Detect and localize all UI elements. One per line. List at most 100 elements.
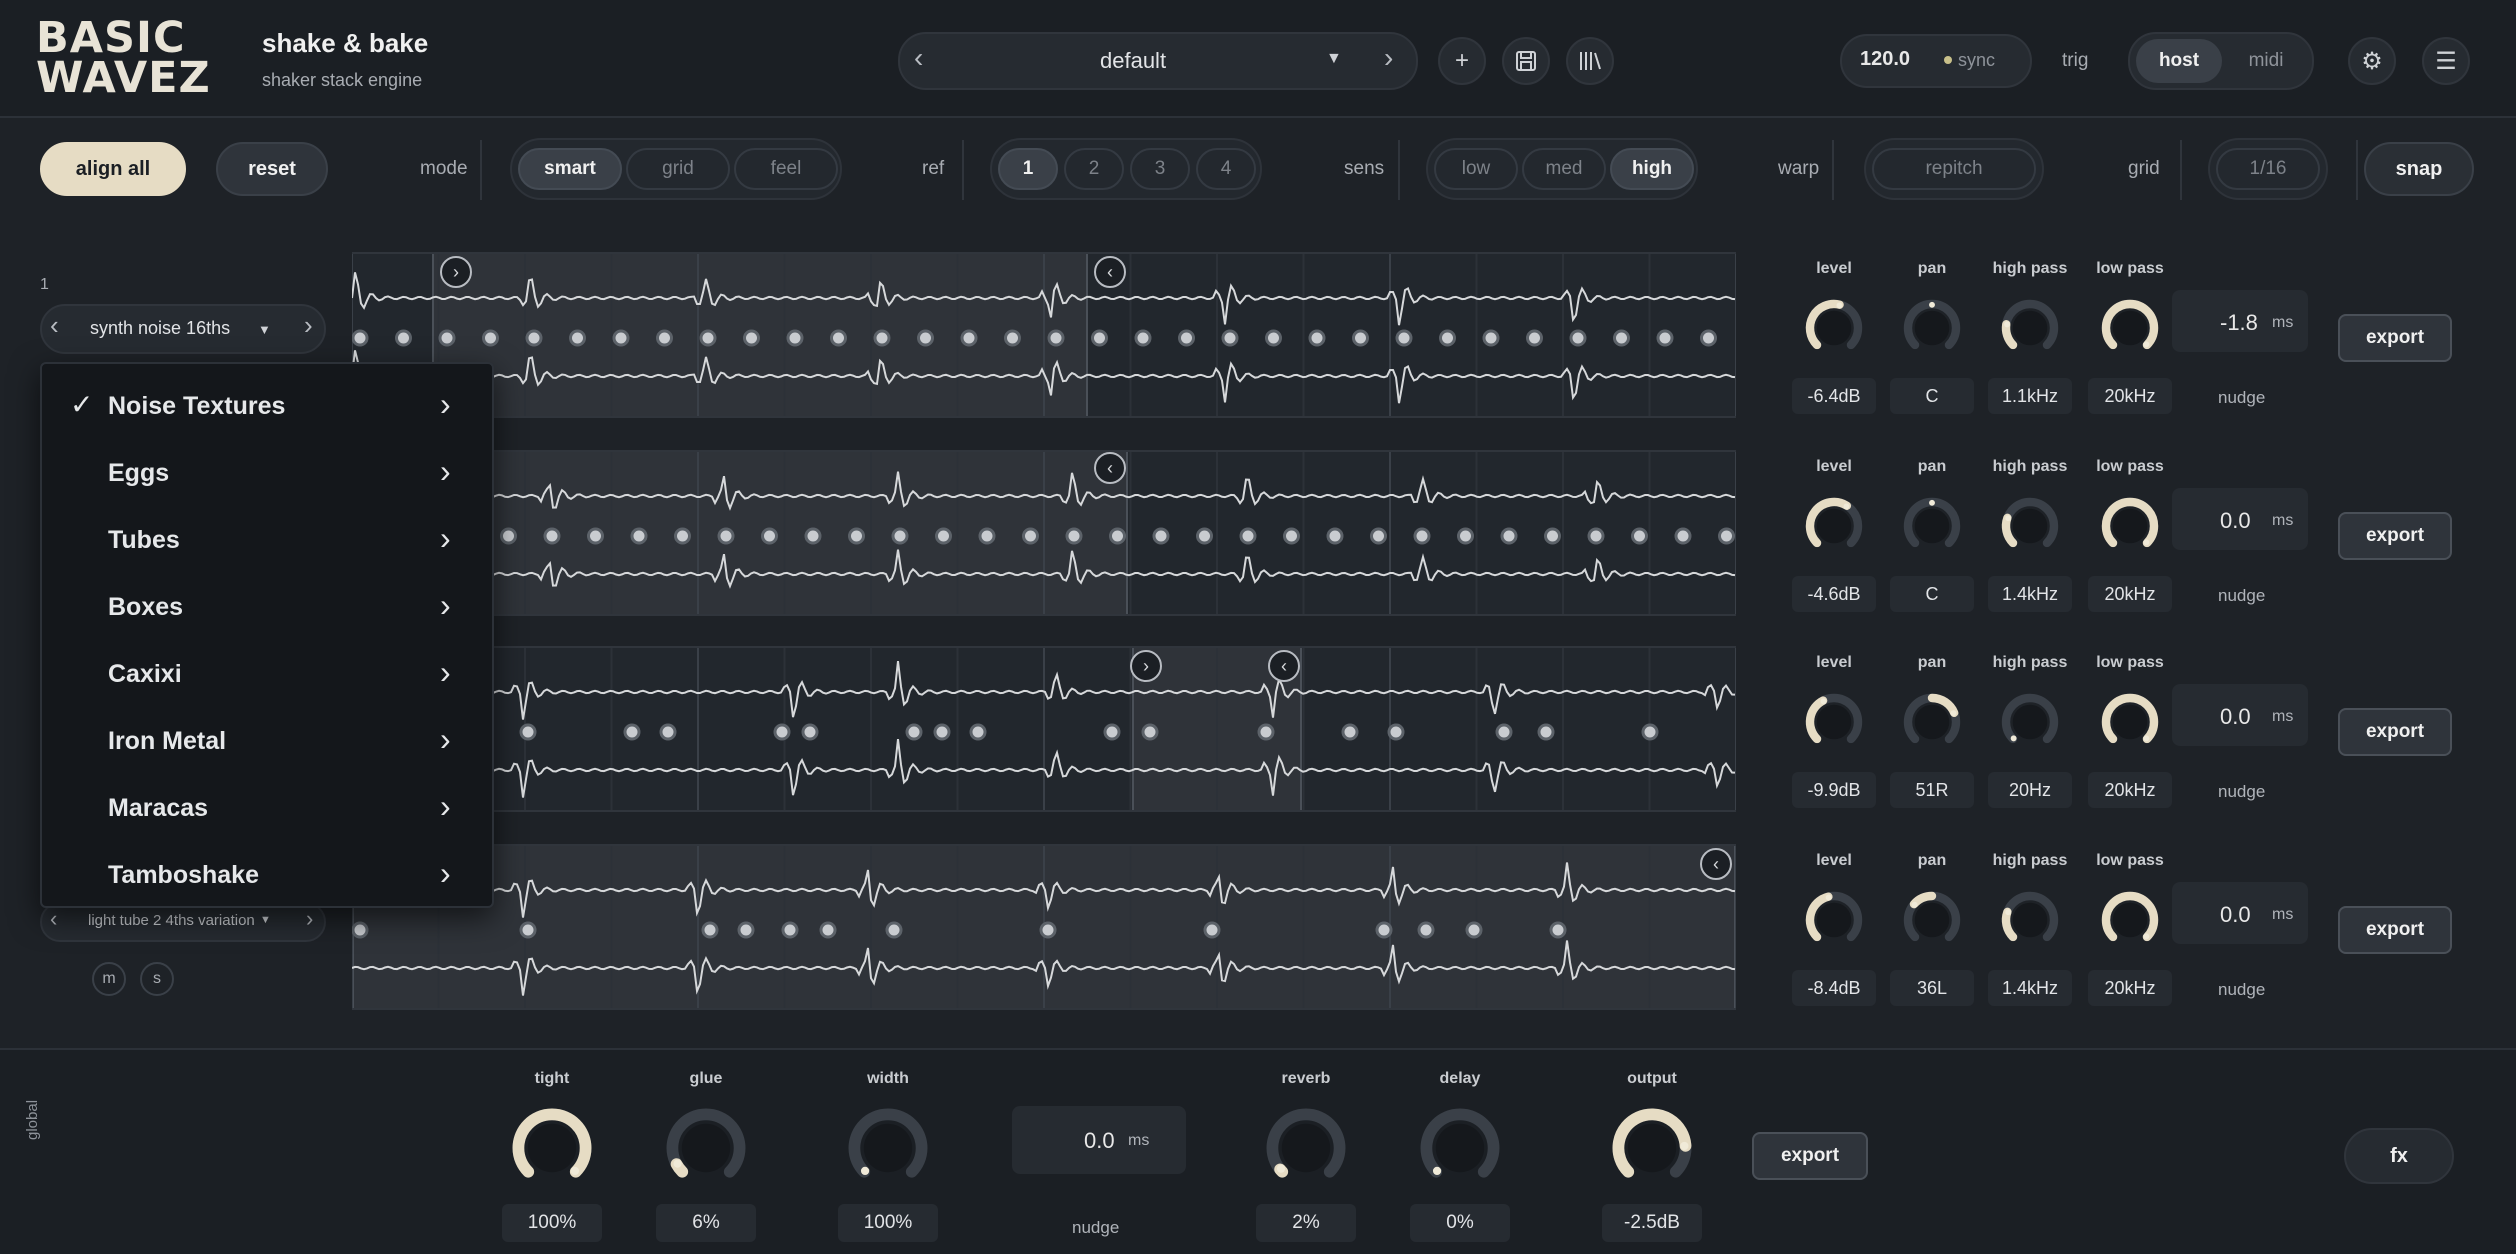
- track-2-level-value[interactable]: -4.6dB: [1792, 576, 1876, 612]
- sample-next-icon[interactable]: ›: [306, 906, 313, 932]
- preset-dropdown-icon[interactable]: ▼: [1326, 50, 1342, 68]
- global-glue-value[interactable]: 6%: [656, 1204, 756, 1242]
- sens-low-button[interactable]: low: [1434, 148, 1518, 190]
- global-reverb-knob[interactable]: [1264, 1106, 1348, 1190]
- sens-high-button[interactable]: high: [1610, 148, 1694, 190]
- track-3-high-pass-knob[interactable]: [2000, 692, 2060, 752]
- source-host-button[interactable]: host: [2136, 39, 2222, 83]
- track-3-pan-value[interactable]: 51R: [1890, 772, 1974, 808]
- library-icon[interactable]: [1566, 37, 1614, 85]
- region-end-marker-icon[interactable]: ‹: [1268, 650, 1300, 682]
- global-width-value[interactable]: 100%: [838, 1204, 938, 1242]
- sample-prev-icon[interactable]: ‹: [50, 310, 59, 341]
- track-2-low-pass-value[interactable]: 20kHz: [2088, 576, 2172, 612]
- track-2-pan-value[interactable]: C: [1890, 576, 1974, 612]
- ref-2-button[interactable]: 2: [1064, 148, 1124, 190]
- track-4-low-pass-knob[interactable]: [2100, 890, 2160, 950]
- track-1-sample-name[interactable]: synth noise 16ths: [90, 318, 230, 339]
- global-reverb-value[interactable]: 2%: [1256, 1204, 1356, 1242]
- preset-name[interactable]: default: [1100, 48, 1166, 74]
- track-4-solo-button[interactable]: s: [140, 962, 174, 996]
- global-nudge-value[interactable]: 0.0: [1084, 1128, 1115, 1154]
- track-1-level-value[interactable]: -6.4dB: [1792, 378, 1876, 414]
- sync-label[interactable]: sync: [1958, 50, 1995, 71]
- track-4-high-pass-value[interactable]: 1.4kHz: [1988, 970, 2072, 1006]
- track-4-nudge-value[interactable]: 0.0: [2220, 902, 2251, 928]
- track-3-low-pass-value[interactable]: 20kHz: [2088, 772, 2172, 808]
- grid-value-button[interactable]: 1/16: [2216, 148, 2320, 190]
- track-4-sample-name[interactable]: light tube 2 4ths variation: [88, 912, 255, 929]
- track-4-level-knob[interactable]: [1804, 890, 1864, 950]
- settings-gear-icon[interactable]: ⚙: [2348, 37, 2396, 85]
- tempo-value[interactable]: 120.0: [1860, 48, 1910, 71]
- region-start-marker-icon[interactable]: ›: [440, 256, 472, 288]
- save-icon[interactable]: [1502, 37, 1550, 85]
- track-4-pan-value[interactable]: 36L: [1890, 970, 1974, 1006]
- track-1-high-pass-knob[interactable]: [2000, 298, 2060, 358]
- dropdown-item[interactable]: Tamboshake ›: [42, 841, 492, 907]
- track-2-low-pass-knob[interactable]: [2100, 496, 2160, 556]
- region-start-marker-icon[interactable]: ›: [1130, 650, 1162, 682]
- mode-grid-button[interactable]: grid: [626, 148, 730, 190]
- track-3-pan-knob[interactable]: [1902, 692, 1962, 752]
- snap-button[interactable]: snap: [2364, 142, 2474, 196]
- track-3-low-pass-knob[interactable]: [2100, 692, 2160, 752]
- source-midi-button[interactable]: midi: [2224, 39, 2308, 83]
- dropdown-item[interactable]: Caxixi ›: [42, 640, 492, 706]
- ref-4-button[interactable]: 4: [1196, 148, 1256, 190]
- sample-next-icon[interactable]: ›: [304, 310, 313, 341]
- track-3-high-pass-value[interactable]: 20Hz: [1988, 772, 2072, 808]
- track-1-high-pass-value[interactable]: 1.1kHz: [1988, 378, 2072, 414]
- dropdown-item[interactable]: Maracas ›: [42, 774, 492, 840]
- reset-button[interactable]: reset: [216, 142, 328, 196]
- global-tight-value[interactable]: 100%: [502, 1204, 602, 1242]
- track-1-pan-knob[interactable]: [1902, 298, 1962, 358]
- track-1-level-knob[interactable]: [1804, 298, 1864, 358]
- add-preset-icon[interactable]: +: [1438, 37, 1486, 85]
- global-glue-knob[interactable]: [664, 1106, 748, 1190]
- track-4-level-value[interactable]: -8.4dB: [1792, 970, 1876, 1006]
- track-4-pan-knob[interactable]: [1902, 890, 1962, 950]
- track-1-low-pass-value[interactable]: 20kHz: [2088, 378, 2172, 414]
- track-4-lane[interactable]: [352, 844, 1736, 1010]
- dropdown-item[interactable]: Eggs ›: [42, 439, 492, 505]
- warp-repitch-button[interactable]: repitch: [1872, 148, 2036, 190]
- ref-1-button[interactable]: 1: [998, 148, 1058, 190]
- global-delay-value[interactable]: 0%: [1410, 1204, 1510, 1242]
- global-width-knob[interactable]: [846, 1106, 930, 1190]
- global-output-knob[interactable]: [1610, 1106, 1694, 1190]
- dropdown-item[interactable]: Tubes ›: [42, 506, 492, 572]
- global-delay-knob[interactable]: [1418, 1106, 1502, 1190]
- dropdown-item[interactable]: ✓ Noise Textures ›: [42, 372, 492, 438]
- global-output-value[interactable]: -2.5dB: [1602, 1204, 1702, 1242]
- global-export-button[interactable]: export: [1752, 1132, 1868, 1180]
- sample-dropdown-icon[interactable]: ▼: [258, 322, 271, 337]
- track-3-level-value[interactable]: -9.9dB: [1792, 772, 1876, 808]
- track-3-lane[interactable]: [352, 646, 1736, 812]
- track-3-export-button[interactable]: export: [2338, 708, 2452, 756]
- track-1-pan-value[interactable]: C: [1890, 378, 1974, 414]
- region-end-marker-icon[interactable]: ‹: [1094, 452, 1126, 484]
- track-1-nudge-value[interactable]: -1.8: [2220, 310, 2258, 336]
- track-1-low-pass-knob[interactable]: [2100, 298, 2160, 358]
- mode-smart-button[interactable]: smart: [518, 148, 622, 190]
- track-2-high-pass-value[interactable]: 1.4kHz: [1988, 576, 2072, 612]
- track-1-export-button[interactable]: export: [2338, 314, 2452, 362]
- preset-prev-icon[interactable]: ‹: [914, 42, 923, 74]
- global-tight-knob[interactable]: [510, 1106, 594, 1190]
- sample-dropdown-icon[interactable]: ▼: [260, 914, 271, 926]
- sample-prev-icon[interactable]: ‹: [50, 906, 57, 932]
- track-4-low-pass-value[interactable]: 20kHz: [2088, 970, 2172, 1006]
- preset-next-icon[interactable]: ›: [1384, 42, 1393, 74]
- track-4-high-pass-knob[interactable]: [2000, 890, 2060, 950]
- mode-feel-button[interactable]: feel: [734, 148, 838, 190]
- region-end-marker-icon[interactable]: ‹: [1700, 848, 1732, 880]
- track-3-nudge-value[interactable]: 0.0: [2220, 704, 2251, 730]
- track-2-level-knob[interactable]: [1804, 496, 1864, 556]
- track-2-export-button[interactable]: export: [2338, 512, 2452, 560]
- track-2-high-pass-knob[interactable]: [2000, 496, 2060, 556]
- track-4-export-button[interactable]: export: [2338, 906, 2452, 954]
- dropdown-item[interactable]: Boxes ›: [42, 573, 492, 639]
- dropdown-item[interactable]: Iron Metal ›: [42, 707, 492, 773]
- track-3-level-knob[interactable]: [1804, 692, 1864, 752]
